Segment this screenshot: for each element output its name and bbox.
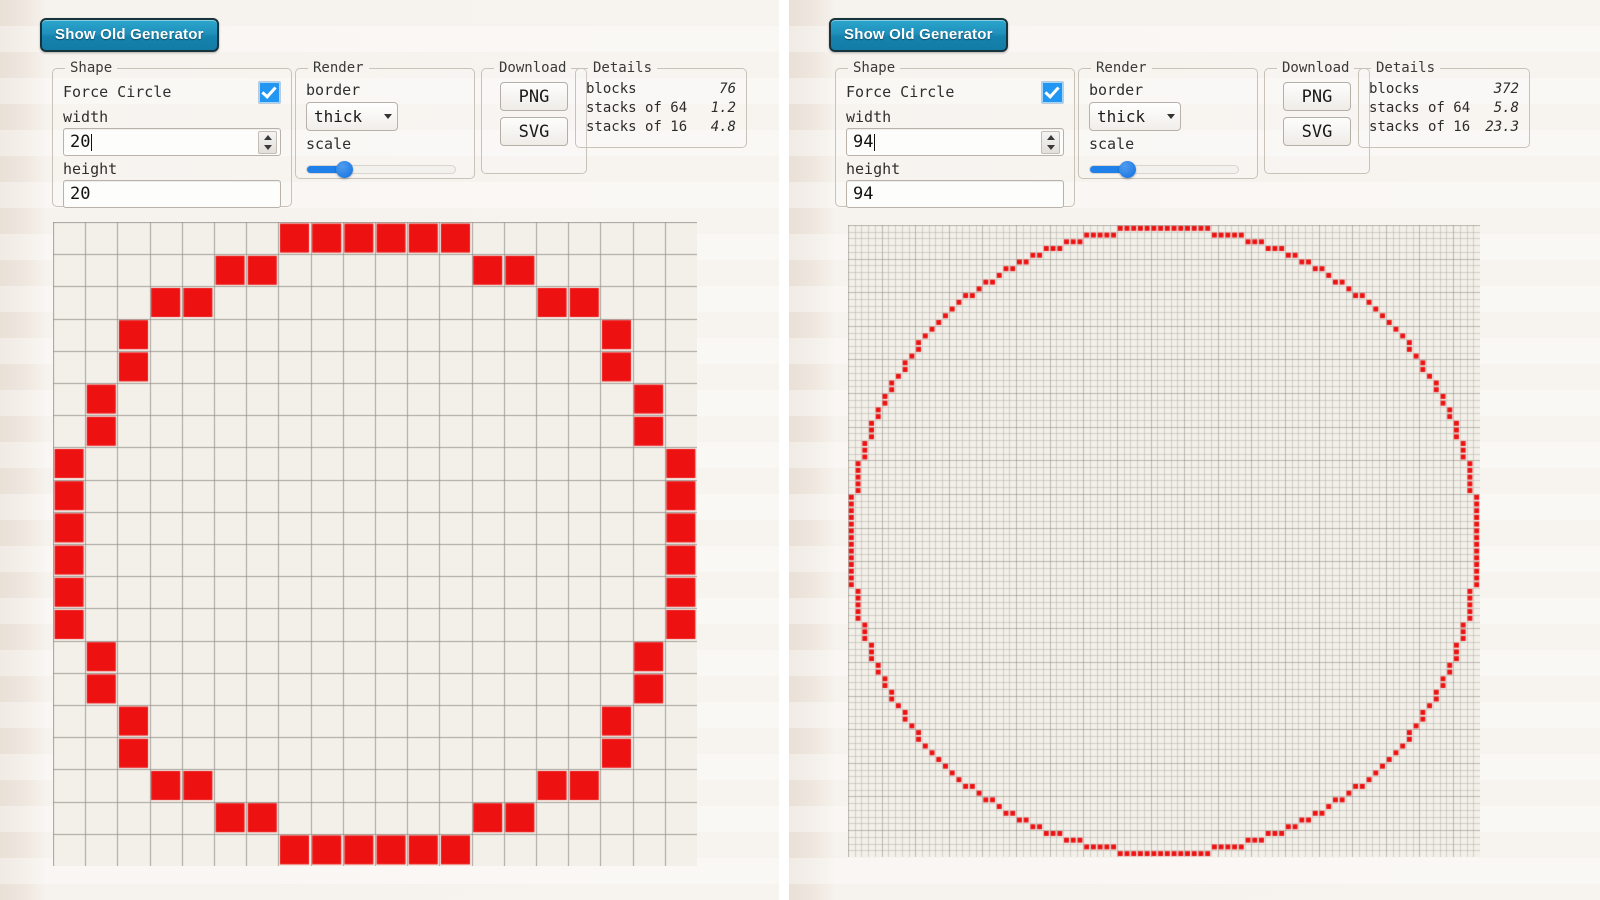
width-input-value: 20 (70, 132, 90, 152)
details-row-label: stacks of 16 (1369, 118, 1470, 137)
download-fieldset: Download PNG SVG (481, 60, 587, 174)
width-input[interactable]: 20 (63, 128, 281, 156)
shape-legend: Shape (848, 60, 900, 76)
details-row-value: 1.2 (711, 99, 736, 118)
border-select[interactable]: thick (1089, 102, 1181, 131)
details-row-value: 5.8 (1494, 99, 1519, 118)
height-label: height (846, 160, 1064, 178)
circle-grid-canvas[interactable] (848, 225, 1480, 857)
details-row: stacks of 16 23.3 (1369, 118, 1519, 137)
details-row-value: 4.8 (711, 118, 736, 137)
force-circle-checkbox[interactable] (258, 81, 281, 104)
render-fieldset: Render border thick scale (1078, 60, 1258, 179)
render-legend: Render (308, 60, 369, 76)
download-legend: Download (494, 60, 571, 76)
download-svg-button[interactable]: SVG (1283, 117, 1351, 146)
generator-panel-left: Show Old Generator Shape Force Circle wi… (0, 0, 779, 900)
border-select[interactable]: thick (306, 102, 398, 131)
slider-thumb[interactable] (1119, 161, 1136, 178)
width-label: width (63, 108, 281, 126)
width-input-value: 94 (853, 132, 873, 152)
stepper-down-icon[interactable] (1047, 145, 1055, 150)
height-input-value: 94 (853, 184, 873, 204)
render-legend: Render (1091, 60, 1152, 76)
force-circle-label: Force Circle (63, 82, 171, 102)
details-row-value: 23.3 (1485, 118, 1519, 137)
details-row-label: stacks of 64 (1369, 99, 1470, 118)
scale-slider[interactable] (306, 160, 454, 176)
show-old-generator-button[interactable]: Show Old Generator (40, 18, 219, 52)
app-root: Show Old Generator Shape Force Circle wi… (0, 0, 1600, 900)
stepper-up-icon[interactable] (1047, 135, 1055, 140)
scale-label: scale (306, 134, 464, 154)
height-label: height (63, 160, 281, 178)
border-select-value: thick (1097, 107, 1145, 126)
details-row: stacks of 64 1.2 (586, 99, 736, 118)
generator-panel-right: Show Old Generator Shape Force Circle wi… (789, 0, 1600, 900)
download-png-button[interactable]: PNG (500, 82, 568, 111)
text-caret (91, 134, 92, 151)
height-input[interactable]: 20 (63, 180, 281, 208)
circle-preview-right[interactable] (848, 225, 1480, 857)
download-png-button[interactable]: PNG (1283, 82, 1351, 111)
force-circle-row: Force Circle (63, 80, 281, 104)
chevron-down-icon (1167, 114, 1175, 119)
stepper-up-icon[interactable] (264, 135, 272, 140)
scale-slider[interactable] (1089, 160, 1237, 176)
details-fieldset: Details blocks 76 stacks of 64 1.2 stack… (575, 60, 747, 148)
width-input[interactable]: 94 (846, 128, 1064, 156)
render-fieldset: Render border thick scale (295, 60, 475, 179)
border-label: border (1089, 80, 1247, 100)
force-circle-checkbox[interactable] (1041, 81, 1064, 104)
border-label: border (306, 80, 464, 100)
details-row-label: stacks of 16 (586, 118, 687, 137)
details-row: stacks of 64 5.8 (1369, 99, 1519, 118)
shape-fieldset: Shape Force Circle width 94 height 94 (835, 60, 1075, 207)
details-row-label: stacks of 64 (586, 99, 687, 118)
width-stepper[interactable] (258, 131, 277, 154)
height-input[interactable]: 94 (846, 180, 1064, 208)
details-fieldset: Details blocks 372 stacks of 64 5.8 stac… (1358, 60, 1530, 148)
details-row-value: 372 (1494, 80, 1519, 99)
download-legend: Download (1277, 60, 1354, 76)
force-circle-row: Force Circle (846, 80, 1064, 104)
panel-divider (779, 0, 789, 900)
width-label: width (846, 108, 1064, 126)
details-row-label: blocks (586, 80, 637, 99)
details-row: blocks 372 (1369, 80, 1519, 99)
show-old-generator-button[interactable]: Show Old Generator (829, 18, 1008, 52)
stepper-down-icon[interactable] (264, 145, 272, 150)
details-row-value: 76 (719, 80, 736, 99)
shape-legend: Shape (65, 60, 117, 76)
shape-fieldset: Shape Force Circle width 20 height 20 (52, 60, 292, 207)
circle-preview-left[interactable] (53, 222, 697, 866)
slider-thumb[interactable] (336, 161, 353, 178)
scale-label: scale (1089, 134, 1247, 154)
border-select-value: thick (314, 107, 362, 126)
height-input-value: 20 (70, 184, 90, 204)
force-circle-label: Force Circle (846, 82, 954, 102)
download-fieldset: Download PNG SVG (1264, 60, 1370, 174)
download-svg-button[interactable]: SVG (500, 117, 568, 146)
details-row: stacks of 16 4.8 (586, 118, 736, 137)
width-stepper[interactable] (1041, 131, 1060, 154)
details-row: blocks 76 (586, 80, 736, 99)
text-caret (874, 134, 875, 151)
details-row-label: blocks (1369, 80, 1420, 99)
details-legend: Details (588, 60, 657, 76)
details-legend: Details (1371, 60, 1440, 76)
chevron-down-icon (384, 114, 392, 119)
circle-grid-canvas[interactable] (53, 222, 697, 866)
